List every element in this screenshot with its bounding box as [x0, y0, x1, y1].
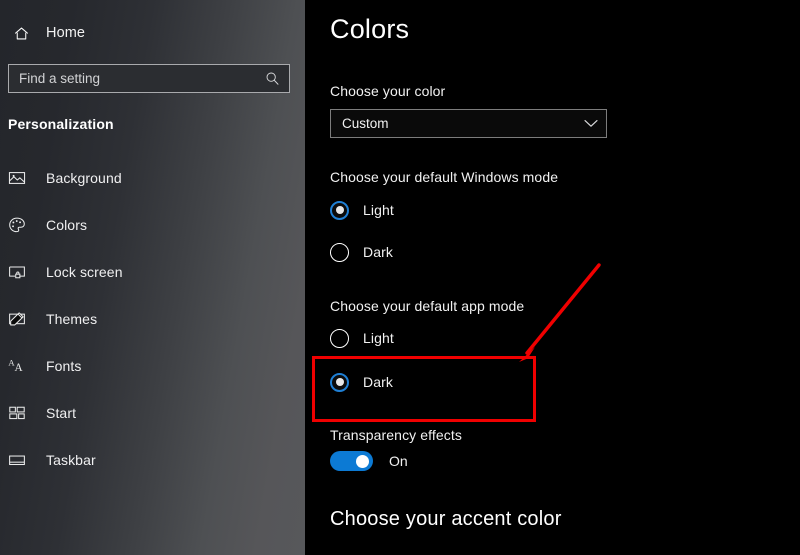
- themes-brush-icon: [8, 310, 34, 328]
- transparency-toggle[interactable]: [330, 451, 373, 471]
- settings-window: Home Personalization: [0, 0, 800, 555]
- home-icon: [8, 25, 34, 42]
- sidebar-item-label: Colors: [46, 216, 88, 233]
- sidebar-item-taskbar[interactable]: Taskbar: [0, 446, 300, 473]
- page-title: Colors: [330, 14, 410, 44]
- radio-button[interactable]: [330, 372, 349, 392]
- sidebar-item-start[interactable]: Start: [0, 399, 300, 426]
- radio-button[interactable]: [330, 328, 349, 348]
- sidebar-item-label: Fonts: [46, 357, 82, 374]
- windows-mode-label: Choose your default Windows mode: [330, 169, 559, 185]
- lock-screen-icon: [8, 263, 34, 281]
- sidebar-item-label: Start: [46, 404, 77, 421]
- sidebar-item-label: Taskbar: [46, 451, 96, 468]
- svg-text:A: A: [14, 361, 23, 373]
- transparency-label: Transparency effects: [330, 427, 462, 443]
- radio-label: Light: [363, 330, 394, 346]
- radio-label: Dark: [363, 374, 393, 390]
- start-tiles-icon: [8, 404, 34, 422]
- app-mode-dark-option[interactable]: Dark: [330, 371, 393, 393]
- sidebar-section-title: Personalization: [8, 116, 114, 132]
- choose-color-value: Custom: [342, 116, 389, 131]
- windows-mode-dark-option[interactable]: Dark: [330, 241, 393, 263]
- choose-color-dropdown[interactable]: Custom: [330, 109, 607, 138]
- chevron-down-icon: [576, 119, 606, 128]
- fonts-aa-icon: A A: [8, 357, 34, 375]
- radio-label: Dark: [363, 244, 393, 260]
- app-mode-light-option[interactable]: Light: [330, 327, 394, 349]
- sidebar-item-colors[interactable]: Colors: [0, 211, 300, 238]
- sidebar-item-label: Background: [46, 169, 122, 186]
- sidebar-item-home[interactable]: Home: [0, 16, 290, 50]
- sidebar-nav: Background Colors Lock screen Themes A A…: [0, 164, 300, 493]
- radio-button[interactable]: [330, 242, 349, 262]
- sidebar-item-label: Themes: [46, 310, 98, 327]
- sidebar-item-label: Lock screen: [46, 263, 123, 280]
- image-icon: [8, 169, 34, 187]
- radio-button[interactable]: [330, 200, 349, 220]
- sidebar-item-fonts[interactable]: A A Fonts: [0, 352, 300, 379]
- app-mode-label: Choose your default app mode: [330, 298, 525, 314]
- transparency-state: On: [389, 453, 408, 469]
- sidebar: Home Personalization: [0, 0, 305, 555]
- windows-mode-light-option[interactable]: Light: [330, 199, 394, 221]
- home-label: Home: [46, 25, 86, 41]
- radio-label: Light: [363, 202, 394, 218]
- search-icon[interactable]: [259, 71, 289, 86]
- main-content: Colors Choose your color Custom Choose y…: [305, 0, 800, 555]
- taskbar-icon: [8, 451, 34, 469]
- sidebar-item-lock-screen[interactable]: Lock screen: [0, 258, 300, 285]
- search-box[interactable]: [8, 64, 290, 93]
- transparency-toggle-row[interactable]: On: [330, 451, 408, 471]
- search-input[interactable]: [9, 70, 259, 87]
- sidebar-item-themes[interactable]: Themes: [0, 305, 300, 332]
- accent-color-heading: Choose your accent color: [330, 508, 562, 530]
- sidebar-item-background[interactable]: Background: [0, 164, 300, 191]
- choose-color-label: Choose your color: [330, 83, 446, 99]
- palette-icon: [8, 216, 34, 234]
